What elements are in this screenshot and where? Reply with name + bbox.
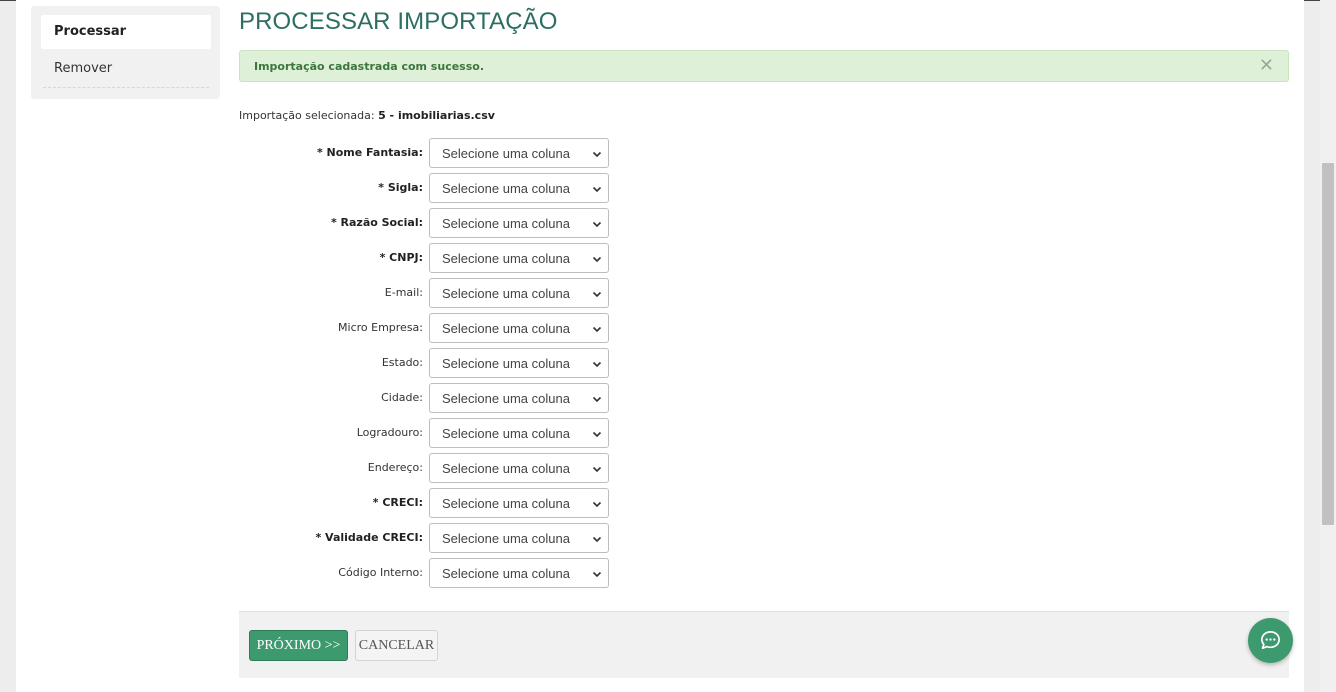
- form-row: E-mail: Selecione uma coluna: [239, 278, 619, 308]
- select-value: Selecione uma coluna: [442, 321, 570, 336]
- field-label: * Sigla:: [378, 181, 423, 194]
- form-row: * Razão Social: Selecione uma coluna: [239, 208, 619, 238]
- chevron-down-icon: [592, 151, 602, 158]
- form-row: Endereço: Selecione uma coluna: [239, 453, 619, 483]
- column-select[interactable]: Selecione uma coluna: [429, 313, 609, 343]
- field-label: Endereço:: [367, 461, 423, 474]
- select-value: Selecione uma coluna: [442, 251, 570, 266]
- column-select[interactable]: Selecione uma coluna: [429, 208, 609, 238]
- column-select[interactable]: Selecione uma coluna: [429, 488, 609, 518]
- select-value: Selecione uma coluna: [442, 146, 570, 161]
- select-value: Selecione uma coluna: [442, 356, 570, 371]
- form-row: Micro Empresa: Selecione uma coluna: [239, 313, 619, 343]
- chevron-down-icon: [592, 466, 602, 473]
- next-button[interactable]: PRÓXIMO >>: [249, 630, 348, 661]
- selected-import-label: Importação selecionada:: [239, 109, 375, 122]
- select-value: Selecione uma coluna: [442, 461, 570, 476]
- success-alert: Importação cadastrada com sucesso. ✕: [239, 50, 1289, 82]
- form-row: * Nome Fantasia: Selecione uma coluna: [239, 138, 619, 168]
- sidebar-item-remover[interactable]: Remover: [41, 52, 211, 86]
- chat-button[interactable]: [1248, 618, 1293, 663]
- column-select[interactable]: Selecione uma coluna: [429, 383, 609, 413]
- selected-import: Importação selecionada: 5 - imobiliarias…: [239, 109, 495, 122]
- column-select[interactable]: Selecione uma coluna: [429, 138, 609, 168]
- form-row: * Sigla: Selecione uma coluna: [239, 173, 619, 203]
- select-value: Selecione uma coluna: [442, 496, 570, 511]
- chevron-down-icon: [592, 256, 602, 263]
- select-value: Selecione uma coluna: [442, 531, 570, 546]
- column-select[interactable]: Selecione uma coluna: [429, 523, 609, 553]
- field-label: Logradouro:: [356, 426, 423, 439]
- column-select[interactable]: Selecione uma coluna: [429, 243, 609, 273]
- chevron-down-icon: [592, 501, 602, 508]
- page-title: PROCESSAR IMPORTAÇÃO: [239, 8, 558, 35]
- form-row: Estado: Selecione uma coluna: [239, 348, 619, 378]
- chevron-down-icon: [592, 571, 602, 578]
- select-value: Selecione uma coluna: [442, 216, 570, 231]
- chevron-down-icon: [592, 221, 602, 228]
- form-row: * CNPJ: Selecione uma coluna: [239, 243, 619, 273]
- chat-bubble-icon: [1261, 631, 1280, 650]
- field-label: * CRECI:: [372, 496, 423, 509]
- form-row: Código Interno: Selecione uma coluna: [239, 558, 619, 588]
- field-label: Micro Empresa:: [338, 321, 423, 334]
- select-value: Selecione uma coluna: [442, 426, 570, 441]
- form-footer: PRÓXIMO >> CANCELAR: [239, 611, 1289, 678]
- form-row: Cidade: Selecione uma coluna: [239, 383, 619, 413]
- chevron-down-icon: [592, 361, 602, 368]
- vertical-scrollbar[interactable]: [1320, 0, 1336, 692]
- chevron-down-icon: [592, 431, 602, 438]
- column-select[interactable]: Selecione uma coluna: [429, 348, 609, 378]
- form-row: Logradouro: Selecione uma coluna: [239, 418, 619, 448]
- field-label: * CNPJ:: [379, 251, 423, 264]
- column-select[interactable]: Selecione uma coluna: [429, 558, 609, 588]
- select-value: Selecione uma coluna: [442, 181, 570, 196]
- chevron-down-icon: [592, 536, 602, 543]
- sidebar-item-processar[interactable]: Processar: [41, 15, 211, 49]
- field-label: * Nome Fantasia:: [316, 146, 423, 159]
- form-row: * CRECI: Selecione uma coluna: [239, 488, 619, 518]
- chevron-down-icon: [592, 396, 602, 403]
- chevron-down-icon: [592, 186, 602, 193]
- column-select[interactable]: Selecione uma coluna: [429, 173, 609, 203]
- field-label: Cidade:: [381, 391, 423, 404]
- field-label: E-mail:: [384, 286, 423, 299]
- scrollbar-thumb[interactable]: [1322, 163, 1334, 525]
- field-label: Código Interno:: [338, 566, 423, 579]
- field-label: * Razão Social:: [330, 216, 423, 229]
- selected-import-value: 5 - imobiliarias.csv: [378, 109, 495, 122]
- field-label: * Validade CRECI:: [315, 531, 423, 544]
- chevron-down-icon: [592, 291, 602, 298]
- select-value: Selecione uma coluna: [442, 566, 570, 581]
- chevron-down-icon: [592, 326, 602, 333]
- column-select[interactable]: Selecione uma coluna: [429, 453, 609, 483]
- sidebar-divider: [43, 87, 209, 88]
- close-icon[interactable]: ✕: [1259, 57, 1274, 75]
- column-select[interactable]: Selecione uma coluna: [429, 418, 609, 448]
- alert-message: Importação cadastrada com sucesso.: [254, 60, 485, 73]
- form-row: * Validade CRECI: Selecione uma coluna: [239, 523, 619, 553]
- field-label: Estado:: [381, 356, 423, 369]
- select-value: Selecione uma coluna: [442, 391, 570, 406]
- sidebar: Processar Remover: [31, 6, 220, 99]
- page-content: Processar Remover PROCESSAR IMPORTAÇÃO I…: [16, 0, 1304, 692]
- column-select[interactable]: Selecione uma coluna: [429, 278, 609, 308]
- cancel-button[interactable]: CANCELAR: [355, 630, 438, 661]
- select-value: Selecione uma coluna: [442, 286, 570, 301]
